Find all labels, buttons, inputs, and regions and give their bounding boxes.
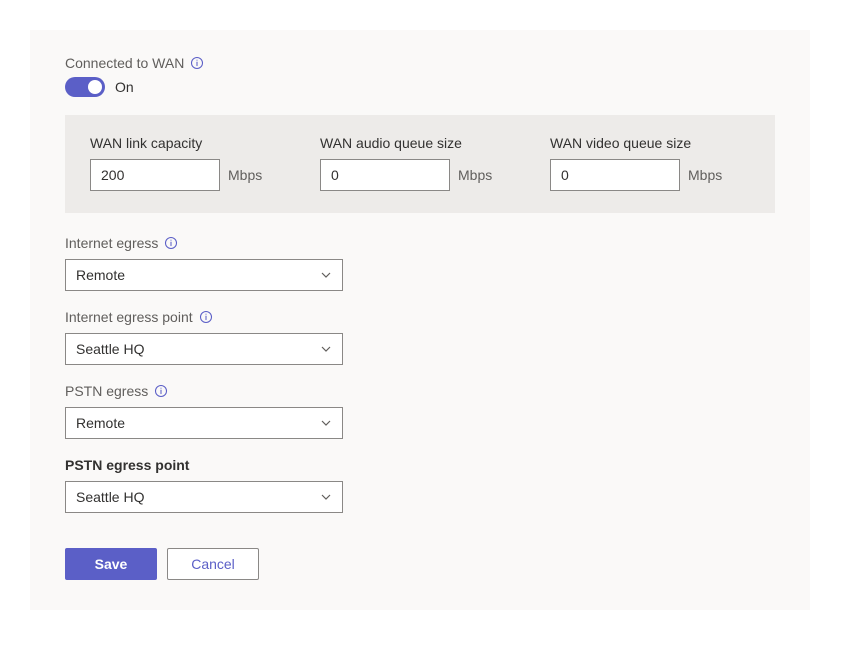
- info-icon[interactable]: [164, 236, 178, 250]
- wan-audio-queue-input[interactable]: [320, 159, 450, 191]
- connected-to-wan-label-row: Connected to WAN: [65, 55, 775, 71]
- info-icon[interactable]: [199, 310, 213, 324]
- chevron-down-icon: [320, 269, 332, 281]
- pstn-egress-point-field: PSTN egress point Seattle HQ: [65, 457, 775, 513]
- pstn-egress-point-label: PSTN egress point: [65, 457, 189, 473]
- chevron-down-icon: [320, 417, 332, 429]
- internet-egress-point-field: Internet egress point Seattle HQ: [65, 309, 775, 365]
- internet-egress-point-label: Internet egress point: [65, 309, 193, 325]
- wan-audio-queue-field: WAN audio queue size Mbps: [320, 135, 520, 191]
- info-icon[interactable]: [154, 384, 168, 398]
- pstn-egress-point-value: Seattle HQ: [76, 489, 144, 505]
- connected-to-wan-toggle-row: On: [65, 77, 775, 97]
- pstn-egress-point-label-row: PSTN egress point: [65, 457, 775, 473]
- wan-audio-queue-input-group: Mbps: [320, 159, 520, 191]
- wan-settings-box: WAN link capacity Mbps WAN audio queue s…: [65, 115, 775, 213]
- chevron-down-icon: [320, 343, 332, 355]
- pstn-egress-field: PSTN egress Remote: [65, 383, 775, 439]
- internet-egress-point-label-row: Internet egress point: [65, 309, 775, 325]
- connected-to-wan-section: Connected to WAN On: [65, 55, 775, 97]
- wan-link-capacity-input-group: Mbps: [90, 159, 290, 191]
- internet-egress-field: Internet egress Remote: [65, 235, 775, 291]
- pstn-egress-label: PSTN egress: [65, 383, 148, 399]
- wan-audio-queue-label: WAN audio queue size: [320, 135, 520, 151]
- wan-video-queue-label: WAN video queue size: [550, 135, 750, 151]
- wan-video-queue-input[interactable]: [550, 159, 680, 191]
- connected-to-wan-toggle[interactable]: [65, 77, 105, 97]
- internet-egress-value: Remote: [76, 267, 125, 283]
- internet-egress-select[interactable]: Remote: [65, 259, 343, 291]
- pstn-egress-value: Remote: [76, 415, 125, 431]
- save-button[interactable]: Save: [65, 548, 157, 580]
- wan-video-queue-field: WAN video queue size Mbps: [550, 135, 750, 191]
- wan-link-capacity-input[interactable]: [90, 159, 220, 191]
- connected-to-wan-label: Connected to WAN: [65, 55, 184, 71]
- pstn-egress-label-row: PSTN egress: [65, 383, 775, 399]
- pstn-egress-point-select[interactable]: Seattle HQ: [65, 481, 343, 513]
- wan-video-queue-input-group: Mbps: [550, 159, 750, 191]
- wan-link-capacity-unit: Mbps: [228, 167, 262, 183]
- internet-egress-point-select[interactable]: Seattle HQ: [65, 333, 343, 365]
- pstn-egress-select[interactable]: Remote: [65, 407, 343, 439]
- cancel-button[interactable]: Cancel: [167, 548, 259, 580]
- internet-egress-label: Internet egress: [65, 235, 158, 251]
- internet-egress-label-row: Internet egress: [65, 235, 775, 251]
- wan-link-capacity-label: WAN link capacity: [90, 135, 290, 151]
- toggle-state-label: On: [115, 79, 134, 95]
- toggle-knob: [88, 80, 102, 94]
- wan-link-capacity-field: WAN link capacity Mbps: [90, 135, 290, 191]
- settings-panel: Connected to WAN On WAN link capacity Mb…: [30, 30, 810, 610]
- internet-egress-point-value: Seattle HQ: [76, 341, 144, 357]
- action-bar: Save Cancel: [65, 548, 775, 580]
- wan-audio-queue-unit: Mbps: [458, 167, 492, 183]
- wan-video-queue-unit: Mbps: [688, 167, 722, 183]
- info-icon[interactable]: [190, 56, 204, 70]
- chevron-down-icon: [320, 491, 332, 503]
